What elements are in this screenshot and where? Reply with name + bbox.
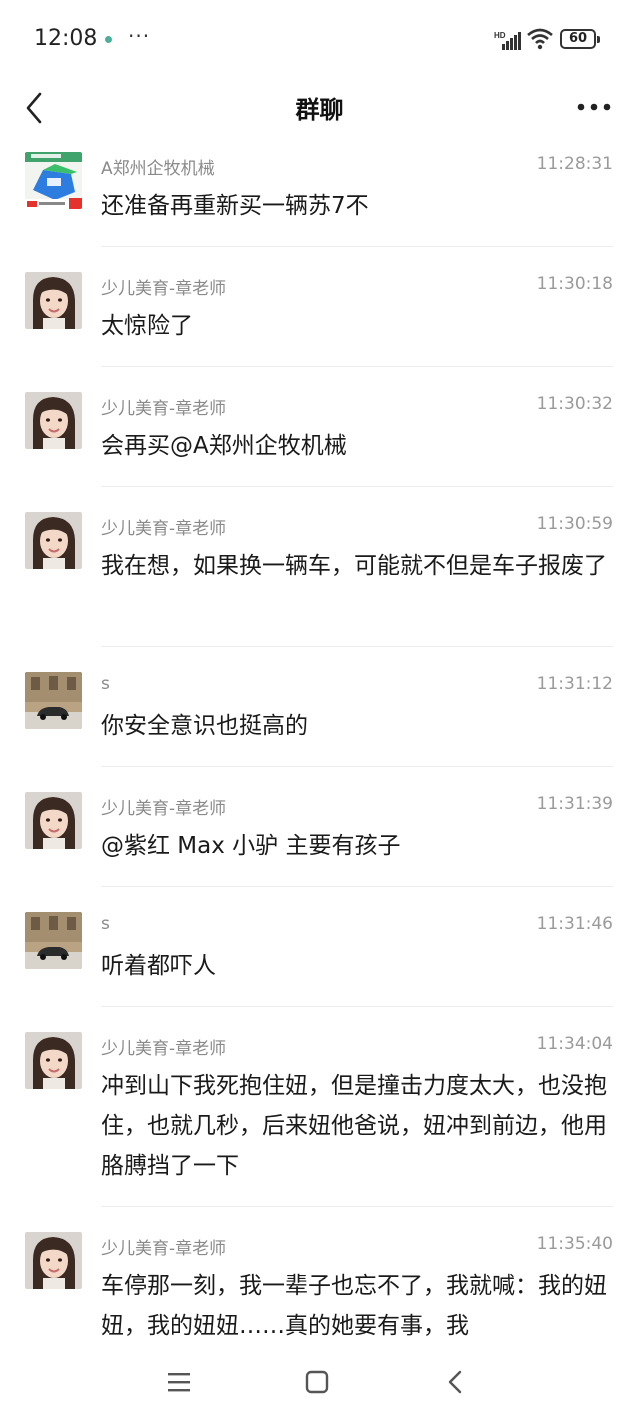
nav-menu-icon[interactable] <box>166 1370 192 1394</box>
message-text: 还准备再重新买一辆苏7不 <box>101 193 369 219</box>
message-text: 会再买@A郑州企牧机械 <box>101 433 347 459</box>
sender-name: A郑州企牧机械 <box>101 159 215 179</box>
status-time: 12:08 <box>34 26 98 51</box>
nav-home-icon[interactable] <box>305 1370 329 1394</box>
message-text: 我在想，如果换一辆车，可能就不但是车子报废了 <box>101 553 607 579</box>
message-time: 11:28:31 <box>536 154 613 174</box>
avatar[interactable] <box>25 1232 82 1289</box>
divider <box>101 366 613 367</box>
divider <box>101 766 613 767</box>
message-text: 你安全意识也挺高的 <box>101 713 308 739</box>
battery-icon: 60 <box>560 29 600 49</box>
sender-name: 少儿美育-章老师 <box>101 1239 227 1259</box>
avatar[interactable] <box>25 152 82 209</box>
system-nav-bar <box>0 1350 639 1421</box>
avatar[interactable] <box>25 512 82 569</box>
divider <box>101 1206 613 1207</box>
avatar[interactable] <box>25 672 82 729</box>
message-time: 11:35:40 <box>536 1234 613 1254</box>
wifi-icon <box>527 28 553 50</box>
sender-name: 少儿美育-章老师 <box>101 1039 227 1059</box>
message-time: 11:30:32 <box>536 394 613 414</box>
divider <box>101 486 613 487</box>
message-time: 11:30:59 <box>536 514 613 534</box>
message-time: 11:34:04 <box>536 1034 613 1054</box>
divider <box>101 886 613 887</box>
chat-header: 群聊 <box>0 78 639 138</box>
sender-name: 少儿美育-章老师 <box>101 519 227 539</box>
avatar[interactable] <box>25 392 82 449</box>
avatar[interactable] <box>25 272 82 329</box>
sender-name: s <box>101 674 110 694</box>
sender-name: 少儿美育-章老师 <box>101 399 227 419</box>
sender-name: 少儿美育-章老师 <box>101 279 227 299</box>
message-time: 11:31:12 <box>536 674 613 694</box>
message-text: 太惊险了 <box>101 313 193 339</box>
avatar[interactable] <box>25 792 82 849</box>
status-bar: 12:08 ··· HD 60 <box>0 0 639 78</box>
sender-name: s <box>101 914 110 934</box>
signal-icon: HD <box>494 31 521 50</box>
sender-name: 少儿美育-章老师 <box>101 799 227 819</box>
message-item[interactable]: 少儿美育-章老师 11:35:40 车停那一刻，我一辈子也忘不了，我就喊：我的妞… <box>0 1226 639 1350</box>
svg-text:HD: HD <box>494 31 506 40</box>
message-time: 11:31:46 <box>536 914 613 934</box>
message-time: 11:30:18 <box>536 274 613 294</box>
nav-back-icon[interactable] <box>443 1368 467 1396</box>
message-time: 11:31:39 <box>536 794 613 814</box>
message-text: 听着都吓人 <box>101 953 216 979</box>
divider <box>101 1006 613 1007</box>
message-text: @紫红 Max 小驴 主要有孩子 <box>101 833 401 859</box>
divider <box>101 646 613 647</box>
page-title: 群聊 <box>295 96 344 124</box>
app-notification-icon <box>105 36 112 43</box>
divider <box>101 246 613 247</box>
message-text: 车停那一刻，我一辈子也忘不了，我就喊：我的妞妞，我的妞妞……真的她要有事，我 <box>101 1273 607 1339</box>
status-more-text: ··· <box>128 24 151 48</box>
message-text: 冲到山下我死抱住妞，但是撞击力度太大，也没抱住，也就几秒，后来妞他爸说，妞冲到前… <box>101 1073 607 1179</box>
avatar[interactable] <box>25 912 82 969</box>
avatar[interactable] <box>25 1032 82 1089</box>
more-dots-icon[interactable] <box>574 92 614 122</box>
